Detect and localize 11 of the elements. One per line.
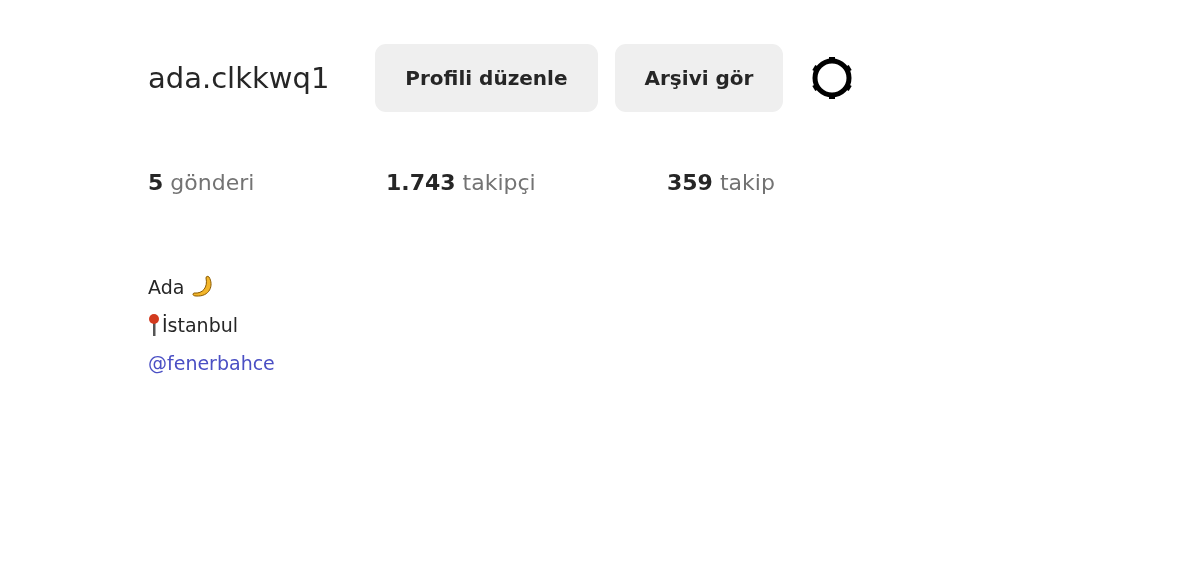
display-name: Ada	[148, 276, 185, 298]
stat-text[interactable]: 359 takip	[667, 170, 775, 195]
profile-button[interactable]: Profili düzenle	[375, 44, 598, 112]
stat-text[interactable]: 5 gönderi	[148, 170, 386, 195]
profile-link[interactable]: @fenerbahce	[148, 352, 275, 374]
profile-button[interactable]: Arşivi gör	[614, 44, 784, 112]
crescent-moon-icon	[190, 275, 215, 299]
pin-icon	[148, 313, 160, 337]
username: ada.clkkwq1	[148, 61, 330, 95]
stat-text[interactable]: 1.743 takipçi	[386, 170, 667, 195]
location-text: İstanbul	[162, 314, 239, 336]
